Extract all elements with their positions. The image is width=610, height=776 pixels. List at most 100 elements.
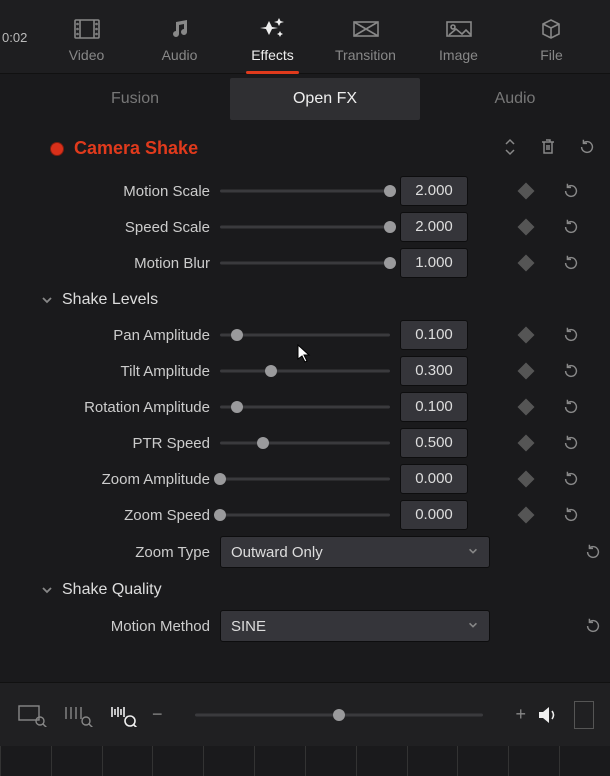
section-shake-levels[interactable]: Shake Levels — [40, 281, 596, 317]
slider[interactable] — [220, 469, 390, 489]
keyframe-diamond[interactable] — [506, 365, 546, 377]
param-label: Speed Scale — [40, 219, 210, 236]
video-icon — [73, 17, 101, 41]
image-icon — [445, 17, 473, 41]
zoom-slider[interactable] — [195, 705, 484, 725]
param-rotation-amplitude: Rotation Amplitude 0.100 — [40, 389, 596, 425]
reset-icon[interactable] — [556, 362, 586, 380]
reset-icon[interactable] — [556, 398, 586, 416]
keyframe-diamond[interactable] — [506, 257, 546, 269]
param-label: Zoom Speed — [40, 507, 210, 524]
param-label: Motion Scale — [40, 183, 210, 200]
value-input[interactable]: 0.000 — [400, 500, 468, 530]
value-input[interactable]: 0.000 — [400, 464, 468, 494]
effects-icon — [259, 17, 287, 41]
chevron-down-icon — [467, 544, 479, 561]
subtab-fusion[interactable]: Fusion — [40, 78, 230, 120]
reset-icon[interactable] — [556, 506, 586, 524]
slider[interactable] — [220, 433, 390, 453]
param-motion-blur: Motion Blur 1.000 — [40, 245, 596, 281]
keyframe-diamond[interactable] — [506, 185, 546, 197]
subtab-open-fx[interactable]: Open FX — [230, 78, 420, 120]
tab-file[interactable]: File — [505, 7, 598, 73]
zoom-out-button[interactable]: − — [142, 704, 173, 725]
tab-video[interactable]: Video — [40, 7, 133, 73]
slider[interactable] — [220, 181, 390, 201]
param-zoom-amplitude: Zoom Amplitude 0.000 — [40, 461, 596, 497]
slider[interactable] — [220, 361, 390, 381]
param-label: Pan Amplitude — [40, 327, 210, 344]
collapse-expand-icon[interactable] — [502, 138, 518, 159]
audio-meter — [574, 701, 594, 729]
reset-icon[interactable] — [556, 470, 586, 488]
tab-audio[interactable]: Audio — [133, 7, 226, 73]
value-input[interactable]: 2.000 — [400, 212, 468, 242]
value-input[interactable]: 0.100 — [400, 320, 468, 350]
value-input[interactable]: 0.300 — [400, 356, 468, 386]
zoom-in-button[interactable]: + — [505, 704, 536, 725]
reset-icon[interactable] — [578, 617, 608, 635]
timeline-ruler[interactable] — [0, 746, 610, 776]
effect-header: Camera Shake — [40, 134, 596, 173]
zoom-type-select[interactable]: Outward Only — [220, 536, 490, 568]
value-input[interactable]: 0.500 — [400, 428, 468, 458]
chevron-down-icon — [467, 618, 479, 635]
value-input[interactable]: 2.000 — [400, 176, 468, 206]
keyframe-diamond[interactable] — [506, 437, 546, 449]
slider[interactable] — [220, 397, 390, 417]
audio-icon — [166, 17, 194, 41]
zoom-mode-1-icon[interactable] — [16, 699, 50, 731]
param-label: Zoom Amplitude — [40, 471, 210, 488]
chevron-down-icon — [40, 293, 54, 307]
value-input[interactable]: 0.100 — [400, 392, 468, 422]
section-shake-quality[interactable]: Shake Quality — [40, 571, 596, 607]
effect-enabled-dot[interactable] — [50, 142, 64, 156]
motion-method-select[interactable]: SINE — [220, 610, 490, 642]
keyframe-diamond[interactable] — [506, 329, 546, 341]
timeline-zoom-bar: − + — [0, 682, 610, 746]
slider[interactable] — [220, 325, 390, 345]
param-ptr-speed: PTR Speed 0.500 — [40, 425, 596, 461]
slider[interactable] — [220, 217, 390, 237]
param-speed-scale: Speed Scale 2.000 — [40, 209, 596, 245]
reset-effect-icon[interactable] — [578, 138, 596, 159]
subtab-audio[interactable]: Audio — [420, 78, 610, 120]
slider[interactable] — [220, 253, 390, 273]
reset-icon[interactable] — [578, 543, 608, 561]
effect-name: Camera Shake — [74, 138, 198, 159]
zoom-mode-3-icon[interactable] — [108, 699, 142, 731]
keyframe-diamond[interactable] — [506, 401, 546, 413]
keyframe-diamond[interactable] — [506, 221, 546, 233]
transition-icon — [352, 17, 380, 41]
reset-icon[interactable] — [556, 218, 586, 236]
reset-icon[interactable] — [556, 182, 586, 200]
reset-icon[interactable] — [556, 254, 586, 272]
timecode: 0:02 — [2, 30, 27, 45]
effects-subtabs: FusionOpen FXAudio — [40, 78, 610, 120]
reset-icon[interactable] — [556, 434, 586, 452]
param-zoom-speed: Zoom Speed 0.000 — [40, 497, 596, 533]
param-motion-scale: Motion Scale 2.000 — [40, 173, 596, 209]
slider[interactable] — [220, 505, 390, 525]
trash-icon[interactable] — [540, 138, 556, 159]
volume-icon[interactable] — [536, 704, 560, 726]
tab-effects[interactable]: Effects — [226, 7, 319, 73]
media-type-tabs: VideoAudioEffectsTransitionImageFile — [0, 0, 610, 74]
param-label: Tilt Amplitude — [40, 363, 210, 380]
motion-method-label: Motion Method — [40, 618, 210, 635]
chevron-down-icon — [40, 583, 54, 597]
keyframe-diamond[interactable] — [506, 509, 546, 521]
tab-transition[interactable]: Transition — [319, 7, 412, 73]
param-pan-amplitude: Pan Amplitude 0.100 — [40, 317, 596, 353]
value-input[interactable]: 1.000 — [400, 248, 468, 278]
keyframe-diamond[interactable] — [506, 473, 546, 485]
tab-image[interactable]: Image — [412, 7, 505, 73]
reset-icon[interactable] — [556, 326, 586, 344]
param-label: PTR Speed — [40, 435, 210, 452]
param-tilt-amplitude: Tilt Amplitude 0.300 — [40, 353, 596, 389]
param-label: Motion Blur — [40, 255, 210, 272]
zoom-type-label: Zoom Type — [40, 544, 210, 561]
zoom-mode-2-icon[interactable] — [62, 699, 96, 731]
param-label: Rotation Amplitude — [40, 399, 210, 416]
file-icon — [538, 17, 566, 41]
